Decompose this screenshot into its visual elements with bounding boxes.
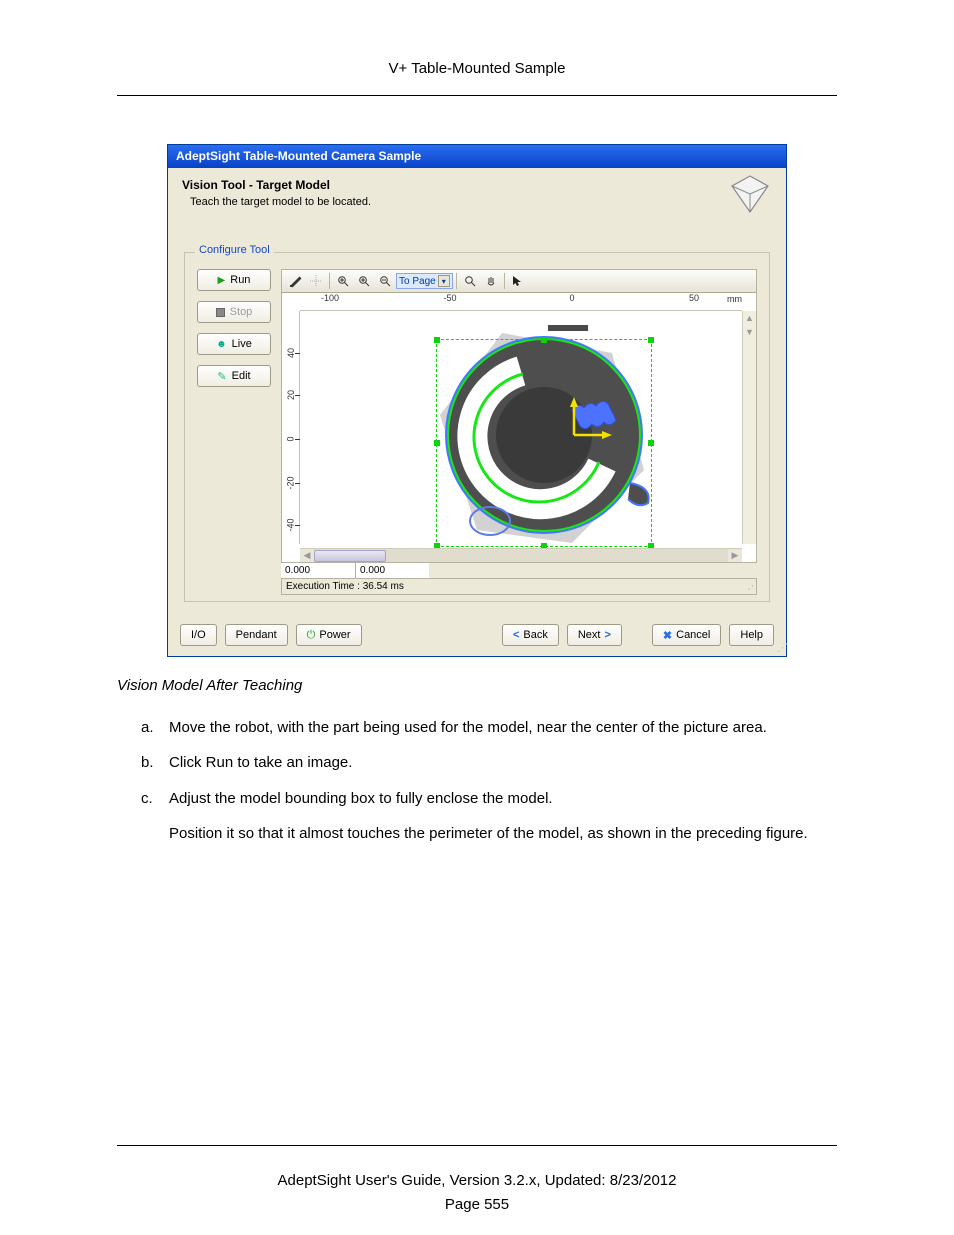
close-icon: ✖	[663, 629, 672, 642]
step-text: Click Run to take an image.	[169, 751, 837, 774]
ruler-x-tick: 50	[689, 293, 699, 303]
window-titlebar: AdeptSight Table-Mounted Camera Sample	[168, 145, 786, 168]
camera-image-canvas[interactable]	[300, 311, 742, 544]
configure-tool-fieldset: Configure Tool ▶ Run Stop ☻ L	[184, 252, 770, 602]
help-button[interactable]: Help	[729, 624, 774, 646]
adept-logo-icon	[728, 174, 772, 214]
scroll-left-icon[interactable]: ◀	[300, 549, 314, 562]
cancel-button[interactable]: ✖ Cancel	[652, 624, 721, 646]
back-button[interactable]: < Back	[502, 624, 559, 646]
viewer-canvas-area: -100 -50 0 50 mm 40 20 0 -20	[281, 293, 757, 563]
io-button[interactable]: I/O	[180, 624, 217, 646]
ruler-x-tick: 0	[569, 293, 574, 303]
ruler-x-tick: -50	[443, 293, 456, 303]
live-icon: ☻	[216, 339, 227, 350]
document-footer: AdeptSight User's Guide, Version 3.2.x, …	[117, 1145, 837, 1189]
wizard-step-subtitle: Teach the target model to be located.	[182, 192, 772, 222]
next-button[interactable]: Next >	[567, 624, 622, 646]
run-button[interactable]: ▶ Run	[197, 269, 271, 291]
play-icon: ▶	[218, 275, 226, 286]
settings-icon[interactable]	[285, 272, 305, 290]
step-marker: a.	[141, 716, 169, 739]
step-marker: b.	[141, 751, 169, 774]
wizard-button-bar: I/O Pendant ⏻ Power < Back Next > ✖	[168, 614, 786, 656]
step-item: b. Click Run to take an image.	[141, 751, 837, 774]
screenshot-figure: AdeptSight Table-Mounted Camera Sample V…	[117, 144, 837, 657]
stop-button-label: Stop	[230, 306, 253, 318]
resize-grip-icon: ⋰	[747, 579, 754, 592]
step-item: c. Adjust the model bounding box to full…	[141, 787, 837, 846]
zoom-fit-icon[interactable]	[333, 272, 353, 290]
step-text: Adjust the model bounding box to fully e…	[169, 787, 837, 810]
scroll-down-icon[interactable]: ▼	[743, 325, 756, 339]
chevron-down-icon: ▾	[438, 275, 450, 287]
scroll-up-icon[interactable]: ▲	[743, 311, 756, 325]
scroll-thumb[interactable]	[314, 550, 386, 562]
app-window: AdeptSight Table-Mounted Camera Sample V…	[167, 144, 787, 657]
zoom-in-icon[interactable]	[354, 272, 374, 290]
pan-icon[interactable]	[481, 272, 501, 290]
step-marker: c.	[141, 787, 169, 846]
image-viewer: To Page ▾	[281, 269, 757, 595]
chevron-left-icon: <	[513, 629, 519, 641]
step-note: Position it so that it almost touches th…	[169, 822, 837, 845]
zoom-out-icon[interactable]	[375, 272, 395, 290]
status-y-value: 0.000	[355, 563, 429, 579]
figure-caption: Vision Model After Teaching	[117, 677, 837, 694]
live-button[interactable]: ☻ Live	[197, 333, 271, 355]
stop-icon	[216, 308, 225, 317]
coordinate-status-bar: 0.000 0.000	[281, 563, 757, 579]
step-text: Move the robot, with the part being used…	[169, 716, 837, 739]
scroll-right-icon[interactable]: ▶	[728, 549, 742, 562]
zoom-region-icon[interactable]	[460, 272, 480, 290]
wizard-step-title: Vision Tool - Target Model	[182, 178, 772, 192]
vertical-scrollbar[interactable]: ▲ ▼	[742, 311, 756, 544]
edit-icon: ✎	[217, 370, 226, 383]
step-item: a. Move the robot, with the part being u…	[141, 716, 837, 739]
model-bounding-box[interactable]	[436, 339, 652, 547]
ruler-unit-label: mm	[727, 294, 742, 304]
horizontal-scrollbar[interactable]: ◀ ▶	[300, 548, 742, 562]
configure-tool-legend: Configure Tool	[195, 244, 274, 256]
edit-button[interactable]: ✎ Edit	[197, 365, 271, 387]
window-resize-grip-icon: ⋰	[777, 641, 784, 654]
live-button-label: Live	[232, 338, 252, 350]
ruler-vertical: 40 20 0 -20 -40	[282, 311, 300, 544]
pendant-button[interactable]: Pendant	[225, 624, 288, 646]
to-page-label: To Page	[399, 276, 436, 287]
execution-time-status: Execution Time : 36.54 ms ⋰	[281, 579, 757, 595]
stop-button[interactable]: Stop	[197, 301, 271, 323]
page-number: Page 555	[0, 1196, 954, 1213]
crosshair-icon[interactable]	[306, 272, 326, 290]
viewer-toolbar: To Page ▾	[281, 269, 757, 293]
pointer-icon[interactable]	[508, 272, 528, 290]
edit-button-label: Edit	[232, 370, 251, 382]
chevron-right-icon: >	[604, 629, 610, 641]
instruction-steps: a. Move the robot, with the part being u…	[141, 716, 837, 845]
ruler-x-tick: -100	[321, 293, 339, 303]
run-button-label: Run	[230, 274, 250, 286]
power-icon: ⏻	[307, 629, 316, 642]
ruler-horizontal: -100 -50 0 50 mm	[300, 293, 742, 311]
status-x-value: 0.000	[281, 563, 355, 579]
to-page-dropdown[interactable]: To Page ▾	[396, 273, 453, 289]
document-header: V+ Table-Mounted Sample	[117, 60, 837, 96]
power-button[interactable]: ⏻ Power	[296, 624, 362, 646]
